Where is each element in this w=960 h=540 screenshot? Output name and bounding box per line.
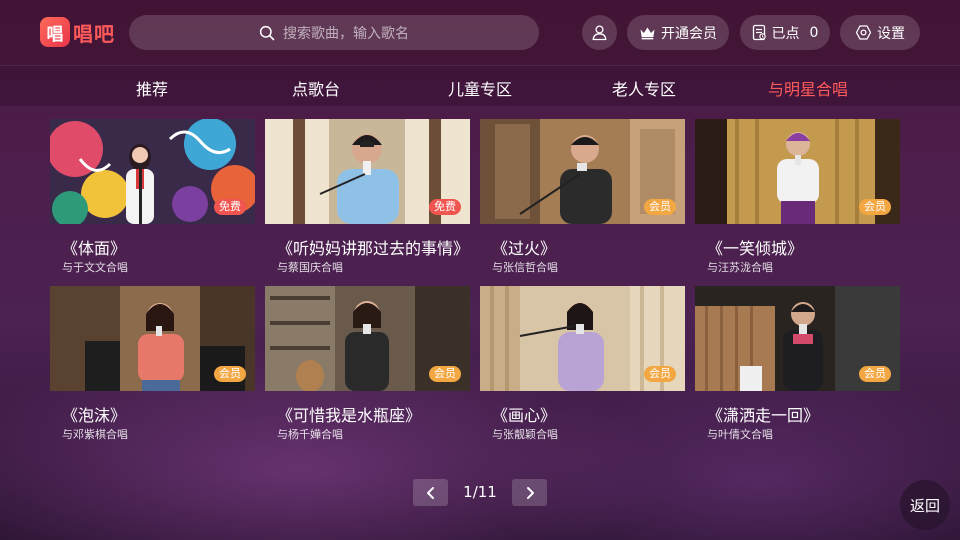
user-button[interactable] <box>582 15 617 50</box>
song-title: 《画心》 <box>492 406 557 425</box>
search-bar[interactable]: 搜索歌曲，输入歌名 <box>129 15 539 50</box>
song-title: 《一笑倾城》 <box>707 239 804 258</box>
song-title: 《潇洒走一回》 <box>707 406 820 425</box>
vip-badge: 会员 <box>859 199 891 215</box>
next-page-button[interactable] <box>512 479 547 506</box>
song-thumbnail: 会员 <box>265 286 470 391</box>
song-thumbnail: 免费 <box>265 119 470 224</box>
settings-button[interactable]: 设置 <box>840 15 920 50</box>
tab-elderly-zone[interactable]: 老人专区 <box>612 76 676 100</box>
vip-label: 开通会员 <box>661 25 717 42</box>
crown-icon <box>640 27 655 39</box>
top-bar: 唱 唱吧 搜索歌曲，输入歌名 开通会员 已点 0 设置 <box>0 0 960 66</box>
settings-label: 设置 <box>877 25 905 42</box>
song-thumbnail: 免费 <box>50 119 255 224</box>
tab-recommend[interactable]: 推荐 <box>136 76 168 100</box>
queue-label: 已点 <box>771 25 800 42</box>
song-thumbnail: 会员 <box>695 119 900 224</box>
vip-badge: 会员 <box>429 366 461 382</box>
song-title: 《听妈妈讲那过去的事情》 <box>277 239 470 258</box>
search-icon <box>259 25 275 40</box>
free-badge: 免费 <box>214 199 246 215</box>
queue-button[interactable]: 已点 0 <box>740 15 830 50</box>
settings-icon <box>855 25 872 40</box>
search-placeholder: 搜索歌曲，输入歌名 <box>283 25 409 42</box>
logo-mark-icon: 唱 <box>40 17 70 47</box>
queue-count: 0 <box>809 24 819 41</box>
playlist-icon <box>752 24 766 41</box>
duet-partner: 与张信哲合唱 <box>492 261 558 274</box>
song-thumbnail: 会员 <box>480 119 685 224</box>
app-logo: 唱 唱吧 <box>40 17 115 47</box>
chevron-right-icon <box>526 486 534 499</box>
duet-partner: 与张靓颖合唱 <box>492 428 558 441</box>
duet-partner: 与杨千嬅合唱 <box>277 428 343 441</box>
duet-partner: 与蔡国庆合唱 <box>277 261 343 274</box>
vip-badge: 会员 <box>644 199 676 215</box>
vip-button[interactable]: 开通会员 <box>627 15 729 50</box>
page-indicator: 1/11 <box>463 483 497 501</box>
vip-badge: 会员 <box>214 366 246 382</box>
duet-partner: 与邓紫棋合唱 <box>62 428 128 441</box>
duet-partner: 与叶倩文合唱 <box>707 428 773 441</box>
tab-star-duet[interactable]: 与明星合唱 <box>768 76 848 100</box>
duet-partner: 与汪苏泷合唱 <box>707 261 773 274</box>
tab-kids-zone[interactable]: 儿童专区 <box>448 76 512 100</box>
song-thumbnail: 会员 <box>50 286 255 391</box>
vip-badge: 会员 <box>644 366 676 382</box>
song-thumbnail: 会员 <box>480 286 685 391</box>
song-title: 《过火》 <box>492 239 557 258</box>
category-tabs: 推荐 点歌台 儿童专区 老人专区 与明星合唱 <box>0 66 960 106</box>
tab-song-station[interactable]: 点歌台 <box>292 76 340 100</box>
free-badge: 免费 <box>429 199 461 215</box>
song-title: 《可惜我是水瓶座》 <box>277 406 422 425</box>
previous-page-button[interactable] <box>413 479 448 506</box>
song-title: 《泡沫》 <box>62 406 127 425</box>
back-button[interactable]: 返回 <box>900 480 950 530</box>
chevron-left-icon <box>426 486 434 499</box>
song-title: 《体面》 <box>62 239 127 258</box>
logo-text: 唱吧 <box>73 21 115 46</box>
user-icon <box>592 25 607 41</box>
vip-badge: 会员 <box>859 366 891 382</box>
duet-partner: 与于文文合唱 <box>62 261 128 274</box>
song-thumbnail: 会员 <box>695 286 900 391</box>
